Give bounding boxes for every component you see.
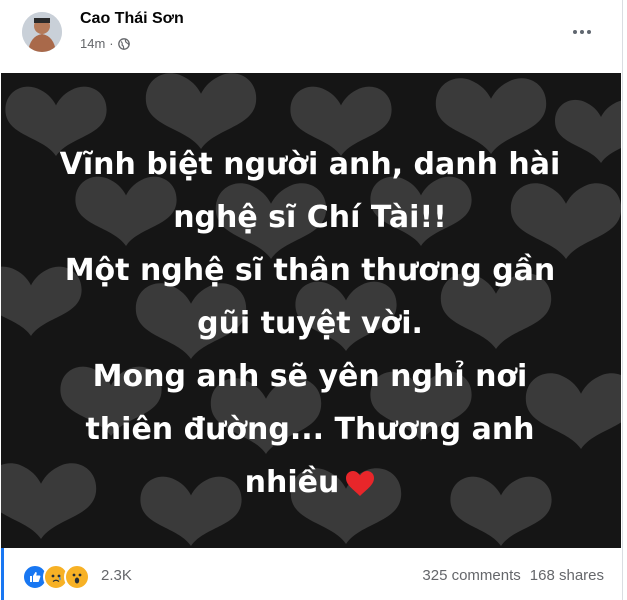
- post-text: Vĩnh biệt người anh, danh hài nghệ sĩ Ch…: [40, 138, 580, 509]
- globe-icon[interactable]: [117, 37, 130, 50]
- post-text-line: Một nghệ sĩ thân thương gần: [64, 253, 556, 288]
- reaction-count[interactable]: 2.3K: [101, 567, 132, 584]
- post-header: Cao Thái Sơn 14m ·: [0, 0, 622, 73]
- post-text-line: Mong anh sẽ yên nghỉ nơi: [92, 359, 528, 394]
- post-card: Cao Thái Sơn 14m · Vĩnh biệt người anh, …: [0, 0, 623, 600]
- red-heart-icon: [346, 471, 375, 496]
- post-text-last-line: nhiều: [40, 456, 580, 509]
- author-name[interactable]: Cao Thái Sơn: [80, 10, 184, 28]
- wow-reaction-icon: [64, 564, 90, 590]
- post-stats: 325 comments 168 shares: [422, 567, 604, 584]
- post-text-line: nghệ sĩ Chí Tài!!: [173, 200, 447, 235]
- post-text-line: thiên đường... Thương anh: [85, 412, 535, 447]
- meta-separator: ·: [109, 36, 114, 51]
- author-avatar[interactable]: [22, 12, 62, 52]
- shares-count[interactable]: 168 shares: [530, 567, 604, 584]
- comments-count[interactable]: 325 comments: [422, 567, 520, 584]
- post-text-line: nhiều: [244, 465, 340, 500]
- reaction-icons[interactable]: [22, 564, 90, 590]
- more-options-icon[interactable]: [566, 18, 598, 46]
- post-footer: 2.3K 325 comments 168 shares: [1, 548, 621, 600]
- post-time[interactable]: 14m: [80, 36, 105, 51]
- post-text-line: gũi tuyệt vời.: [197, 306, 423, 341]
- post-text-line: Vĩnh biệt người anh, danh hài: [59, 147, 561, 182]
- post-meta: 14m ·: [80, 36, 130, 51]
